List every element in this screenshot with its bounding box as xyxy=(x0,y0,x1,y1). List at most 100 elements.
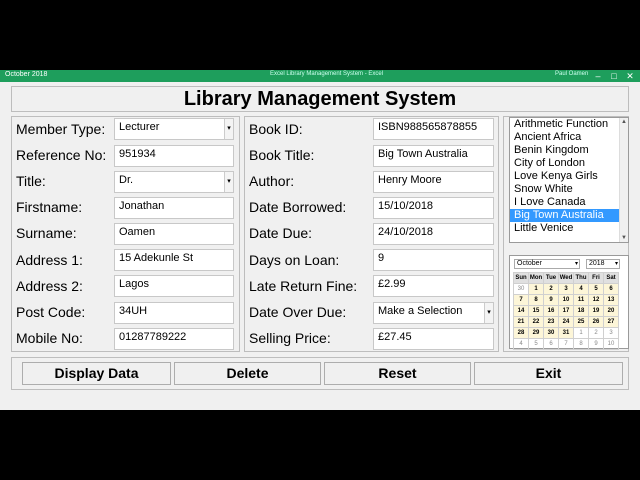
calendar-day[interactable]: 30 xyxy=(513,283,529,295)
calendar-day-header: Thu xyxy=(573,272,589,284)
close-icon[interactable]: ✕ xyxy=(622,70,638,82)
book-list-items: Arithmetic Function Ancient Africa Benin K… xyxy=(510,118,628,235)
calendar-grid: Sun Mon Tue Wed Thu Fri Sat 30 1 2 3 4 5 6 7 8 9 10 11 12 13… xyxy=(513,272,619,350)
chevron-down-icon[interactable]: ▾ xyxy=(484,303,493,323)
calendar-day[interactable]: 12 xyxy=(588,294,604,306)
list-item[interactable]: Arithmetic Function xyxy=(510,118,628,131)
selling-price-field[interactable]: £27.45 xyxy=(373,328,494,350)
post-code-field[interactable]: 34UH xyxy=(114,302,234,324)
display-data-button[interactable]: Display Data xyxy=(22,362,171,385)
date-due-field[interactable]: 24/10/2018 xyxy=(373,223,494,245)
calendar-day[interactable]: 17 xyxy=(558,305,574,317)
calendar-day[interactable]: 20 xyxy=(603,305,619,317)
reference-no-field[interactable]: 951934 xyxy=(114,145,234,167)
maximize-icon[interactable]: □ xyxy=(606,70,622,82)
address2-field[interactable]: Lagos xyxy=(114,275,234,297)
calendar-day[interactable]: 2 xyxy=(588,327,604,339)
calendar-day[interactable]: 21 xyxy=(513,316,529,328)
calendar-day[interactable]: 8 xyxy=(573,338,589,350)
title-label: Title: xyxy=(16,173,46,189)
calendar-day[interactable]: 7 xyxy=(513,294,529,306)
scroll-up-icon[interactable]: ▲ xyxy=(620,118,628,126)
calendar-day[interactable]: 23 xyxy=(543,316,559,328)
reset-button[interactable]: Reset xyxy=(324,362,471,385)
surname-field[interactable]: Oamen xyxy=(114,223,234,245)
list-item[interactable]: Big Town Australia xyxy=(510,209,628,222)
calendar-day[interactable]: 10 xyxy=(603,338,619,350)
chevron-down-icon[interactable]: ▾ xyxy=(224,172,233,192)
calendar-day[interactable]: 1 xyxy=(573,327,589,339)
calendar-day-header: Sat xyxy=(603,272,619,284)
member-type-select[interactable]: Lecturer ▾ xyxy=(114,118,234,140)
title-select[interactable]: Dr. ▾ xyxy=(114,171,234,193)
calendar-day[interactable]: 24 xyxy=(558,316,574,328)
calendar-day[interactable]: 6 xyxy=(603,283,619,295)
book-title-label: Book Title: xyxy=(249,147,315,163)
calendar-day[interactable]: 7 xyxy=(558,338,574,350)
calendar-day[interactable]: 6 xyxy=(543,338,559,350)
titlebar-left-text: October 2018 xyxy=(5,71,48,78)
minimize-icon[interactable]: – xyxy=(590,70,606,82)
calendar-day[interactable]: 15 xyxy=(528,305,544,317)
listbox-scrollbar[interactable]: ▲ ▼ xyxy=(619,118,628,242)
list-item[interactable]: Ancient Africa xyxy=(510,131,628,144)
author-field[interactable]: Henry Moore xyxy=(373,171,494,193)
book-listbox[interactable]: Arithmetic Function Ancient Africa Benin K… xyxy=(509,117,629,243)
date-borrowed-field[interactable]: 15/10/2018 xyxy=(373,197,494,219)
calendar-year-select[interactable]: 2018 ▾ xyxy=(586,259,620,269)
calendar-day[interactable]: 2 xyxy=(543,283,559,295)
exit-button[interactable]: Exit xyxy=(474,362,623,385)
address1-field[interactable]: 15 Adekunle St xyxy=(114,249,234,271)
calendar-widget[interactable]: October ▾ 2018 ▾ Sun Mon Tue Wed Thu Fri Sat 30 1 2… xyxy=(509,255,629,350)
calendar-day[interactable]: 5 xyxy=(528,338,544,350)
mobile-no-field[interactable]: 01287789222 xyxy=(114,328,234,350)
calendar-day[interactable]: 26 xyxy=(588,316,604,328)
calendar-day[interactable]: 9 xyxy=(543,294,559,306)
date-over-due-label: Date Over Due: xyxy=(249,304,347,320)
calendar-day[interactable]: 4 xyxy=(573,283,589,295)
chevron-down-icon[interactable]: ▾ xyxy=(615,260,618,268)
book-title-field[interactable]: Big Town Australia xyxy=(373,145,494,167)
calendar-day[interactable]: 1 xyxy=(528,283,544,295)
late-return-fine-label: Late Return Fine: xyxy=(249,278,358,294)
book-id-field[interactable]: ISBN988565878855 xyxy=(373,118,494,140)
calendar-day[interactable]: 19 xyxy=(588,305,604,317)
chevron-down-icon[interactable]: ▾ xyxy=(575,260,578,268)
calendar-day[interactable]: 16 xyxy=(543,305,559,317)
calendar-day[interactable]: 29 xyxy=(528,327,544,339)
calendar-day[interactable]: 28 xyxy=(513,327,529,339)
list-item[interactable]: Benin Kingdom xyxy=(510,144,628,157)
calendar-day[interactable]: 3 xyxy=(558,283,574,295)
list-item[interactable]: City of London xyxy=(510,157,628,170)
list-item[interactable]: Snow White xyxy=(510,183,628,196)
calendar-month-select[interactable]: October ▾ xyxy=(514,259,580,269)
late-return-fine-field[interactable]: £2.99 xyxy=(373,275,494,297)
book-id-label: Book ID: xyxy=(249,121,303,137)
calendar-day[interactable]: 11 xyxy=(573,294,589,306)
calendar-day[interactable]: 25 xyxy=(573,316,589,328)
calendar-day[interactable]: 8 xyxy=(528,294,544,306)
delete-button[interactable]: Delete xyxy=(174,362,321,385)
calendar-day[interactable]: 27 xyxy=(603,316,619,328)
list-item[interactable]: I Love Canada xyxy=(510,196,628,209)
calendar-day[interactable]: 3 xyxy=(603,327,619,339)
firstname-label: Firstname: xyxy=(16,199,83,215)
calendar-day[interactable]: 14 xyxy=(513,305,529,317)
days-on-loan-field[interactable]: 9 xyxy=(373,249,494,271)
list-item[interactable]: Little Venice xyxy=(510,222,628,235)
calendar-day[interactable]: 13 xyxy=(603,294,619,306)
calendar-day[interactable]: 9 xyxy=(588,338,604,350)
calendar-day[interactable]: 31 xyxy=(558,327,574,339)
list-item[interactable]: Love Kenya Girls xyxy=(510,170,628,183)
date-borrowed-label: Date Borrowed: xyxy=(249,199,347,215)
chevron-down-icon[interactable]: ▾ xyxy=(224,119,233,139)
calendar-day[interactable]: 5 xyxy=(588,283,604,295)
date-over-due-select[interactable]: Make a Selection ▾ xyxy=(373,302,494,324)
calendar-day[interactable]: 4 xyxy=(513,338,529,350)
scroll-down-icon[interactable]: ▼ xyxy=(620,234,628,242)
calendar-day[interactable]: 18 xyxy=(573,305,589,317)
calendar-day[interactable]: 10 xyxy=(558,294,574,306)
calendar-day[interactable]: 30 xyxy=(543,327,559,339)
calendar-day[interactable]: 22 xyxy=(528,316,544,328)
firstname-field[interactable]: Jonathan xyxy=(114,197,234,219)
